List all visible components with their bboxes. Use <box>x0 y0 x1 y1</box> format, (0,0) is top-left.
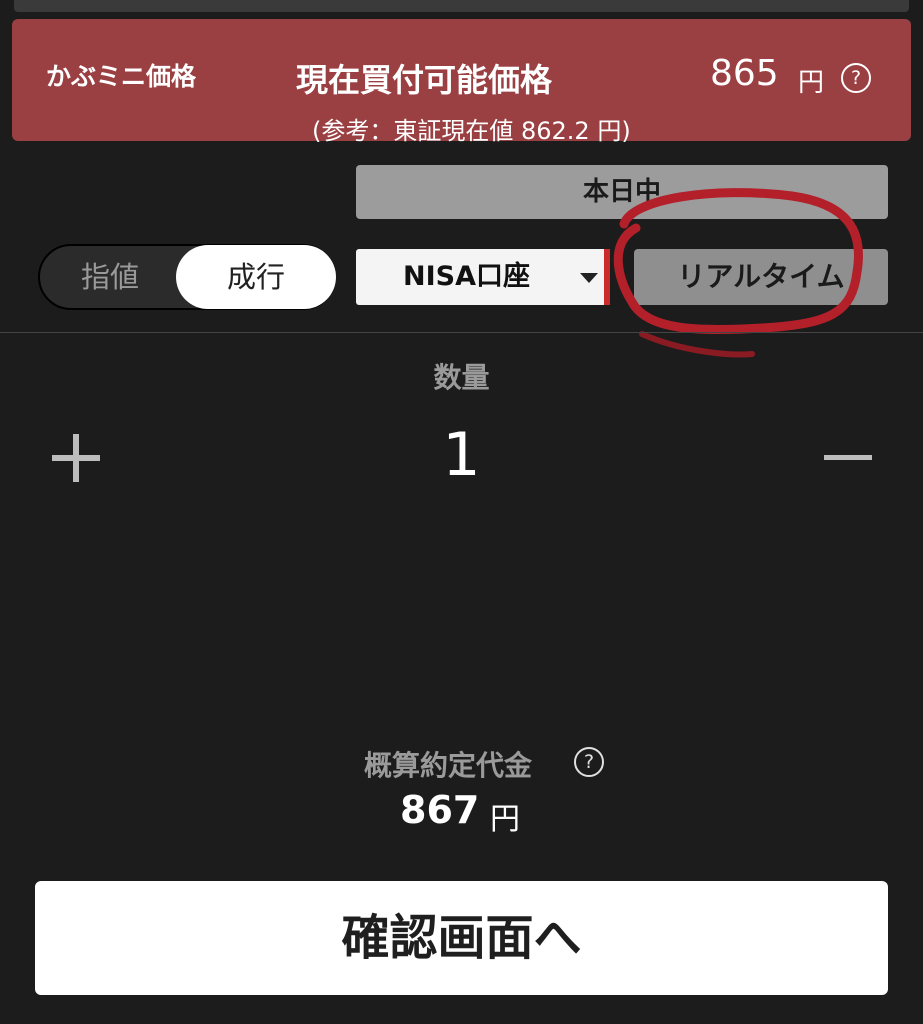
banner-title: 現在買付可能価格 <box>296 61 553 99</box>
account-select-label: NISA口座 <box>403 261 530 292</box>
minus-icon[interactable] <box>818 428 878 488</box>
current-price: 865 <box>710 53 779 94</box>
estimated-amount-label: 概算約定代金 <box>364 749 533 782</box>
session-selector[interactable]: 本日中 <box>356 165 888 219</box>
market-order-option[interactable]: 成行 <box>176 245 336 309</box>
section-divider <box>0 332 923 333</box>
account-select[interactable]: NISA口座 <box>356 249 608 305</box>
order-screen: かぶミニ価格 現在買付可能価格 865 円 ? (参考：東証現在値 862.2 … <box>0 0 923 1024</box>
help-icon[interactable]: ? <box>841 63 871 93</box>
help-icon[interactable]: ? <box>574 747 604 777</box>
reference-price: (参考：東証現在値 862.2 円) <box>312 117 631 145</box>
account-accent-bar <box>604 249 610 305</box>
estimated-amount-value: 867 <box>400 788 480 832</box>
price-banner: かぶミニ価格 現在買付可能価格 865 円 ? (参考：東証現在値 862.2 … <box>12 19 911 145</box>
chevron-down-icon <box>580 273 598 283</box>
order-type-toggle[interactable]: 指値 成行 <box>38 244 336 310</box>
estimated-amount-unit: 円 <box>490 802 520 837</box>
price-unit: 円 <box>798 68 825 98</box>
quantity-value[interactable]: 1 <box>0 420 923 490</box>
limit-order-option[interactable]: 指値 <box>40 246 180 308</box>
kabu-mini-label: かぶミニ価格 <box>46 62 197 91</box>
realtime-button[interactable]: リアルタイム <box>634 249 888 305</box>
top-panel-edge <box>14 0 909 12</box>
confirm-button[interactable]: 確認画面へ <box>35 881 888 995</box>
quantity-label: 数量 <box>433 361 490 394</box>
